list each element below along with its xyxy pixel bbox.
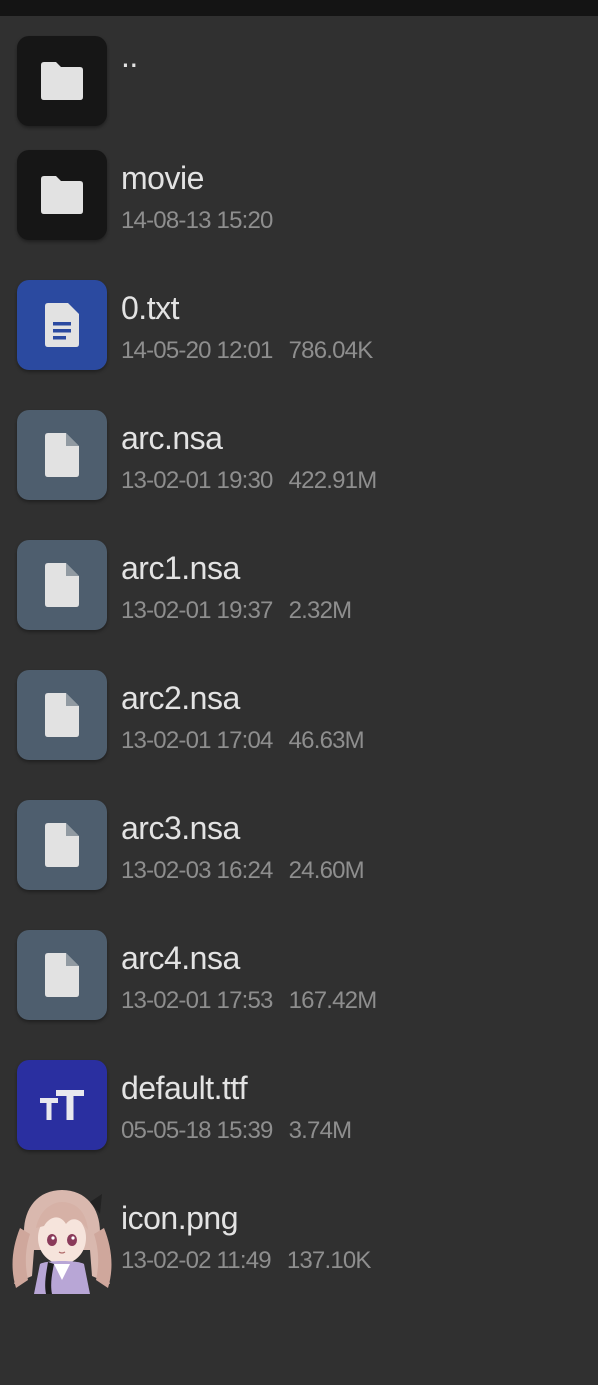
- folder-icon: [17, 150, 107, 240]
- file-meta: 13-02-02 11:49 137.10K: [121, 1247, 371, 1275]
- file-meta: 13-02-01 17:53 167.42M: [121, 987, 378, 1015]
- file-size: 46.63M: [288, 727, 365, 754]
- file-meta: 14-05-20 12:01 786.04K: [121, 337, 374, 365]
- file-size: 786.04K: [288, 337, 374, 364]
- file-icon: [17, 410, 107, 500]
- file-row[interactable]: icon.png 13-02-02 11:49 137.10K: [0, 1170, 598, 1300]
- font-file-icon: [17, 1060, 107, 1150]
- file-date: 13-02-01 17:53: [121, 987, 273, 1014]
- file-meta: 14-08-13 15:20: [121, 207, 273, 235]
- file-row[interactable]: movie 14-08-13 15:20: [0, 130, 598, 260]
- file-meta: 13-02-03 16:24 24.60M: [121, 857, 365, 885]
- file-meta: 05-05-18 15:39 3.74M: [121, 1117, 353, 1145]
- file-date: 14-05-20 12:01: [121, 337, 273, 364]
- file-row[interactable]: arc1.nsa 13-02-01 19:37 2.32M: [0, 520, 598, 650]
- file-name: arc4.nsa: [121, 940, 240, 976]
- file-date: 13-02-01 19:30: [121, 467, 273, 494]
- file-date: 13-02-03 16:24: [121, 857, 273, 884]
- file-icon: [17, 800, 107, 890]
- file-meta: 13-02-01 19:37 2.32M: [121, 597, 353, 625]
- file-name: arc.nsa: [121, 420, 223, 456]
- file-row[interactable]: default.ttf 05-05-18 15:39 3.74M: [0, 1040, 598, 1170]
- file-icon: [17, 540, 107, 630]
- file-meta: 13-02-01 19:30 422.91M: [121, 467, 378, 495]
- file-name: arc2.nsa: [121, 680, 240, 716]
- file-name: icon.png: [121, 1200, 238, 1236]
- file-date: 13-02-01 19:37: [121, 597, 273, 624]
- folder-icon: [17, 36, 107, 126]
- file-row[interactable]: arc3.nsa 13-02-03 16:24 24.60M: [0, 780, 598, 910]
- file-row-parent[interactable]: ..: [0, 16, 598, 130]
- file-date: 13-02-02 11:49: [121, 1247, 272, 1274]
- image-thumbnail: [10, 1188, 114, 1294]
- file-name: ..: [121, 38, 138, 74]
- file-row[interactable]: arc4.nsa 13-02-01 17:53 167.42M: [0, 910, 598, 1040]
- text-file-icon: [17, 280, 107, 370]
- status-bar: [0, 0, 598, 16]
- file-date: 05-05-18 15:39: [121, 1117, 273, 1144]
- file-name: arc1.nsa: [121, 550, 240, 586]
- file-icon: [17, 930, 107, 1020]
- file-size: 167.42M: [288, 987, 378, 1014]
- file-list: .. movie 14-08-13 15:20 0.txt 14-05-20 1…: [0, 16, 598, 1300]
- file-size: 137.10K: [286, 1247, 372, 1274]
- file-name: arc3.nsa: [121, 810, 240, 846]
- file-name: 0.txt: [121, 290, 179, 326]
- file-size: 422.91M: [288, 467, 378, 494]
- file-name: movie: [121, 160, 204, 196]
- file-row[interactable]: arc2.nsa 13-02-01 17:04 46.63M: [0, 650, 598, 780]
- file-row[interactable]: arc.nsa 13-02-01 19:30 422.91M: [0, 390, 598, 520]
- file-date: 13-02-01 17:04: [121, 727, 273, 754]
- file-icon: [17, 670, 107, 760]
- file-size: 3.74M: [288, 1117, 353, 1144]
- file-name: default.ttf: [121, 1070, 248, 1106]
- file-row[interactable]: 0.txt 14-05-20 12:01 786.04K: [0, 260, 598, 390]
- file-size: 24.60M: [288, 857, 365, 884]
- file-size: 2.32M: [288, 597, 353, 624]
- file-date: 14-08-13 15:20: [121, 207, 273, 234]
- file-meta: 13-02-01 17:04 46.63M: [121, 727, 365, 755]
